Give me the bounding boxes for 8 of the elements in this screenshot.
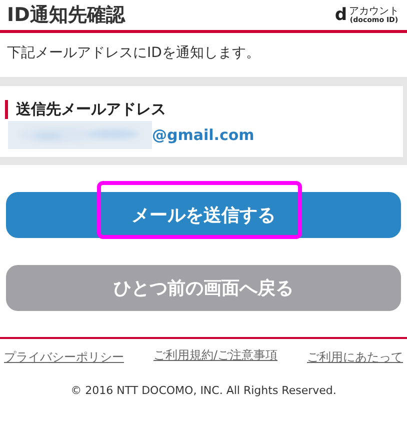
email-address: @gmail.com (152, 126, 254, 144)
page-title: ID通知先確認 (7, 3, 125, 28)
footer-link[interactable]: ご利用にあたって (307, 349, 403, 366)
footer-link[interactable]: ご利用規約/ご注意事項 (148, 349, 283, 362)
footer-link[interactable]: プライバシーポリシー (4, 349, 124, 366)
send-email-button[interactable]: メールを送信する (6, 192, 401, 238)
copyright-text: © 2016 NTT DOCOMO, INC. All Rights Reserved. (70, 384, 338, 397)
intro-text: 下記メールアドレスにIDを通知します。 (6, 44, 261, 63)
